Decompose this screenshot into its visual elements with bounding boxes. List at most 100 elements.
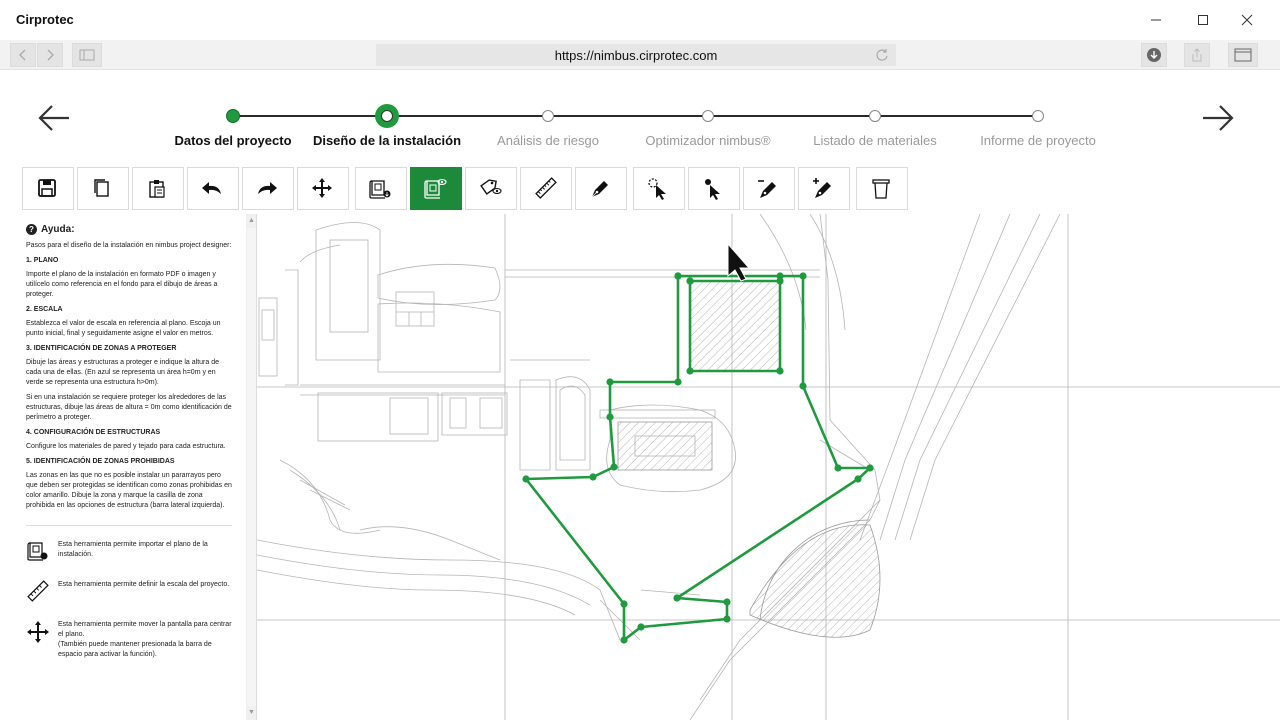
trash-tool-button[interactable] [856,167,908,210]
redo-tool-button[interactable] [242,167,294,210]
polygon-node[interactable] [620,600,628,608]
polygon-node[interactable] [854,475,862,483]
save-tool-button[interactable] [22,167,74,210]
help-sections: 1. PLANO Importe el plano de la instalaci… [26,256,232,511]
help-panel: ? Ayuda: Pasos para el diseño de la inst… [0,214,257,720]
pen-remove-icon [758,179,776,198]
polygon-node[interactable] [620,636,628,644]
help-tip-body: Esta herramienta permite definir la esca… [58,580,229,590]
step-3-marker[interactable] [542,110,554,122]
help-tip-text: Esta herramienta permite mover la pantal… [58,621,232,638]
url-text: https://nimbus.cirprotec.com [554,47,718,63]
pen-remove-tool-button[interactable] [743,167,795,210]
copy-tool-button[interactable] [77,167,129,210]
scroll-thumb[interactable] [247,228,256,706]
scroll-down-icon[interactable]: ▼ [248,709,255,716]
polygon-node[interactable] [606,413,614,421]
tabs-icon [1234,48,1252,62]
step-2-label[interactable]: Diseño de la instalación [313,133,461,148]
minimize-icon [1151,19,1161,21]
step-6-marker[interactable] [1032,110,1044,122]
scroll-up-icon[interactable]: ▲ [248,217,255,224]
polygon-node[interactable] [866,464,874,472]
design-canvas[interactable] [257,214,1280,720]
help-title-text: Ayuda: [41,223,75,235]
polygon-node[interactable] [606,378,614,386]
polygon-node[interactable] [776,277,784,285]
polygon-node[interactable] [799,382,807,390]
help-section-text: Establezca el valor de escala en referen… [26,320,221,337]
polygon-node[interactable] [674,272,682,280]
back-button[interactable] [10,43,36,67]
help-section-text: Importe el plano de la instalación en fo… [26,271,218,298]
arrow-left-icon [38,105,69,131]
import-plan-tool-button[interactable] [355,167,407,210]
previous-step-button[interactable] [34,98,74,138]
polygon-node[interactable] [686,367,694,375]
scale-ruler-icon [26,580,50,604]
polygon-node[interactable] [637,623,645,631]
plan-visibility-tool-button[interactable] [410,167,462,210]
step-5-marker[interactable] [869,110,881,122]
step-4-label[interactable]: Optimizador nimbus® [645,133,770,148]
download-button[interactable] [1141,43,1167,67]
step-2-marker[interactable] [375,104,399,128]
chevron-left-icon [19,49,26,61]
select-point-tool-button[interactable] [633,167,685,210]
select-node-tool-button[interactable] [688,167,740,210]
polygon-node[interactable] [589,473,597,481]
pen-add-icon [813,177,831,198]
structure-fill [690,281,780,371]
forward-button[interactable] [37,43,63,67]
copy-icon [94,178,109,197]
minimize-button[interactable] [1133,6,1179,34]
help-section-text: Las zonas en las que no es posible insta… [26,472,232,509]
help-tip-body: Esta herramienta permite mover la pantal… [58,620,232,660]
share-button[interactable] [1184,43,1210,67]
sidebar-toggle-button[interactable] [72,43,102,67]
step-5-label[interactable]: Listado de materiales [813,133,937,148]
tabs-button[interactable] [1228,43,1258,67]
pen-tool-button[interactable] [575,167,627,210]
help-scrollbar[interactable]: ▲ ▼ [246,214,256,720]
undo-tool-button[interactable] [187,167,239,210]
close-button[interactable] [1224,6,1270,34]
polygon-node[interactable] [776,367,784,375]
step-3-label[interactable]: Análisis de riesgo [497,133,599,148]
paste-tool-button[interactable] [132,167,184,210]
tag-visibility-tool-button[interactable] [465,167,517,210]
undo-icon [202,181,221,194]
step-6-label[interactable]: Informe de proyecto [980,133,1096,148]
select-node-icon [705,178,720,200]
polygon-node[interactable] [673,594,681,602]
pen-add-tool-button[interactable] [798,167,850,210]
next-step-button[interactable] [1198,98,1238,138]
help-tips: Esta herramienta permite importar el pla… [26,540,232,660]
move-tool-button[interactable] [297,167,349,210]
polygon-node[interactable] [610,463,618,471]
help-tip-text: Esta herramienta permite definir la esca… [58,581,230,588]
step-1-label[interactable]: Datos del proyecto [174,133,291,148]
import-plan-icon [26,540,50,564]
maximize-icon [1198,15,1208,25]
import-plan-icon [369,179,391,199]
browser-bar: https://nimbus.cirprotec.com [0,40,1280,70]
polygon-node[interactable] [674,378,682,386]
polygon-node[interactable] [799,272,807,280]
polygon-node[interactable] [522,475,530,483]
tag-visibility-icon [480,178,502,195]
maximize-button[interactable] [1180,6,1226,34]
arrow-right-icon [1203,105,1234,131]
reload-icon[interactable] [874,47,890,63]
polygon-node[interactable] [723,615,731,623]
help-section-text: Dibuje las áreas y estructuras a protege… [26,359,219,386]
scale-ruler-tool-button[interactable] [520,167,572,210]
polygon-node[interactable] [723,598,731,606]
help-tip: Esta herramienta permite mover la pantal… [26,620,232,660]
step-1-marker[interactable] [226,109,240,123]
url-field[interactable]: https://nimbus.cirprotec.com [376,44,896,66]
polygon-node[interactable] [686,277,694,285]
help-divider [26,525,232,526]
polygon-node[interactable] [834,464,842,472]
step-4-marker[interactable] [702,110,714,122]
